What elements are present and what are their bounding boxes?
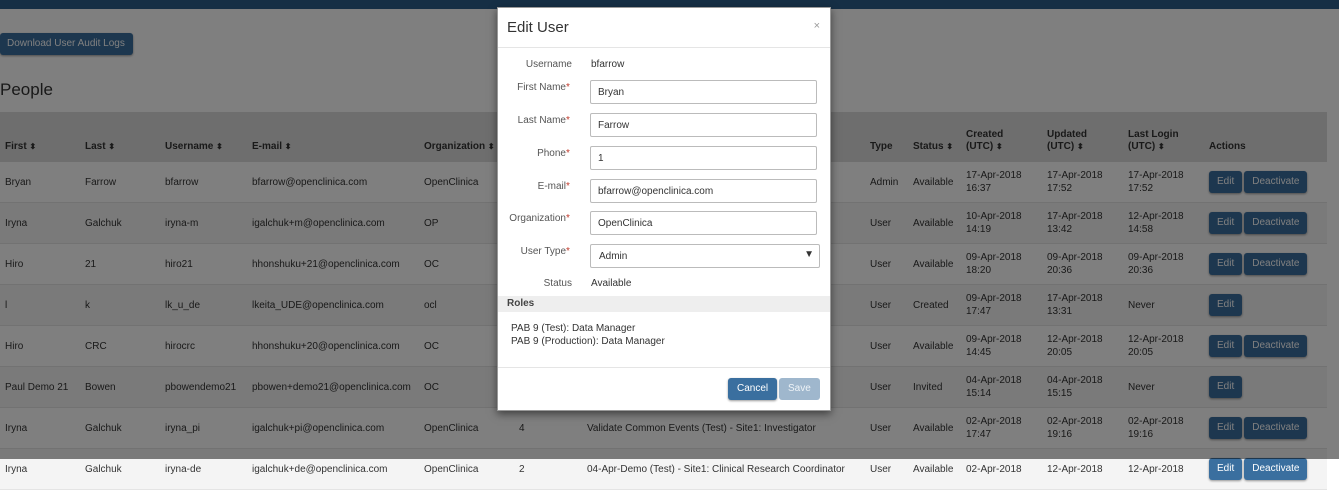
status-label: Status [543,278,572,289]
cell-last-login-date: 12-Apr-2018 [1128,463,1184,475]
first-name-input[interactable] [590,80,817,104]
modal-title: Edit User [507,19,569,36]
required-mark: * [566,181,570,192]
last-name-label: Last Name [517,115,566,126]
username-value: bfarrow [591,59,625,70]
organization-input[interactable] [590,211,817,235]
phone-input[interactable] [590,146,817,170]
username-label: Username [525,59,572,70]
organization-label: Organization [509,213,566,224]
role-item: PAB 9 (Test): Data Manager [511,323,636,334]
roles-header: Roles [498,296,830,312]
save-button[interactable]: Save [779,378,820,400]
cancel-button[interactable]: Cancel [728,378,778,400]
first-name-label: First Name [517,82,566,93]
user-type-selected: Admin [599,251,628,262]
modal-footer: Cancel Save [498,367,830,411]
edit-user-modal: Edit User × Username bfarrow First Name … [497,7,831,411]
email-label: E-mail [537,181,566,192]
required-mark: * [566,148,570,159]
cell-updated-date: 12-Apr-2018 [1047,463,1103,475]
status-value: Available [591,278,632,289]
deactivate-button[interactable]: Deactivate [1244,458,1308,480]
email-input[interactable] [590,179,817,203]
modal-header: Edit User × [498,8,830,48]
required-mark: * [566,115,570,126]
last-name-input[interactable] [590,113,817,137]
user-type-label: User Type [520,246,566,257]
phone-label: Phone [537,148,566,159]
chevron-down-icon: ▼ [804,249,814,260]
close-icon[interactable]: × [814,20,820,32]
required-mark: * [566,213,570,224]
required-mark: * [566,246,570,257]
role-item: PAB 9 (Production): Data Manager [511,336,665,347]
edit-button[interactable]: Edit [1209,458,1243,480]
required-mark: * [566,82,570,93]
cell-created-date: 02-Apr-2018 [966,463,1022,475]
user-type-select[interactable]: Admin ▼ [590,244,820,268]
roles-title: Roles [507,298,535,309]
